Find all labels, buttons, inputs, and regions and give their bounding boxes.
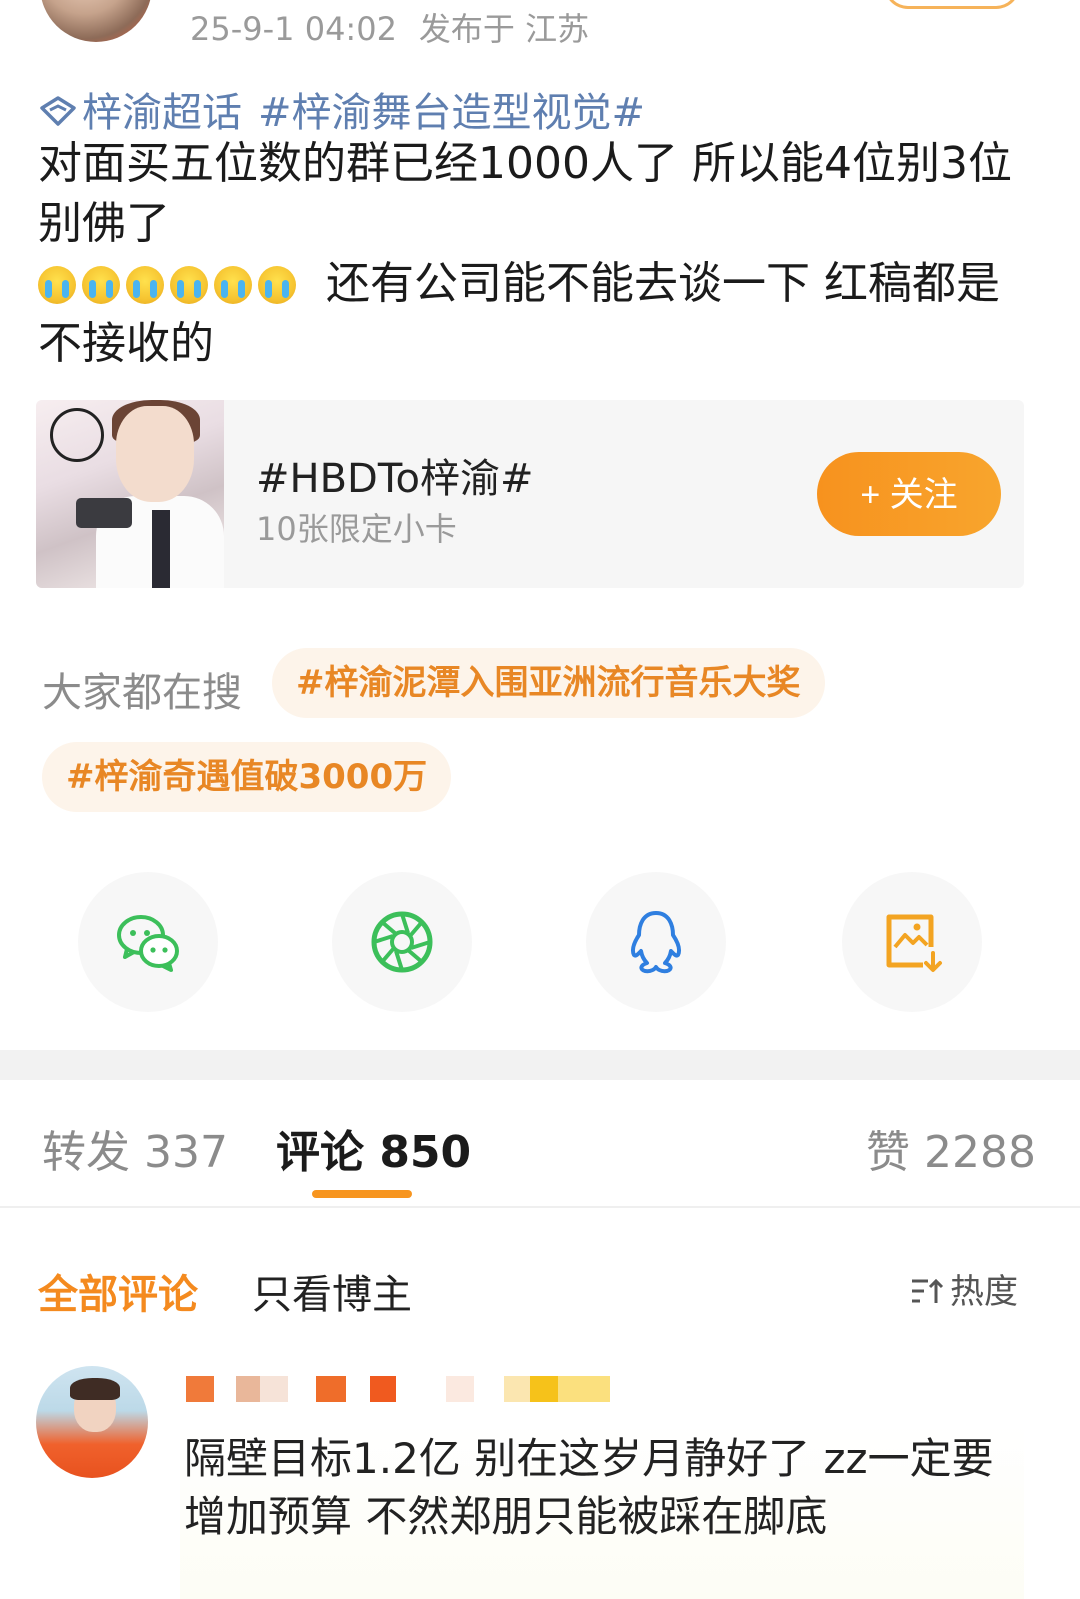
filter-host-only[interactable]: 只看博主: [252, 1262, 412, 1320]
topic-card[interactable]: #HBDTo梓渝# 10张限定小卡 + 关注: [36, 400, 1024, 588]
sort-by-heat-button[interactable]: 热度: [910, 1264, 1018, 1313]
header-follow-button[interactable]: [884, 0, 1020, 9]
author-avatar[interactable]: [40, 0, 152, 42]
save-image-button[interactable]: [842, 872, 982, 1012]
flower-doodle-icon: [50, 408, 104, 462]
crying-emoji-icon: [82, 266, 120, 304]
topic-line: 梓渝超话 #梓渝舞台造型视觉#: [38, 80, 645, 138]
crying-emoji-icon: [214, 266, 252, 304]
post-line-1: 对面买五位数的群已经1000人了 所以能4位别3位别佛了: [38, 138, 1012, 249]
hot-search-label: 大家都在搜: [42, 670, 242, 716]
commenter-avatar[interactable]: [36, 1366, 148, 1478]
share-qq-button[interactable]: [586, 872, 726, 1012]
tab-comment[interactable]: 评论 850: [276, 1116, 471, 1180]
crying-emoji-icon: [126, 266, 164, 304]
topic-hashtag-link[interactable]: #梓渝舞台造型视觉#: [258, 90, 645, 136]
crying-emoji-row: [38, 258, 316, 309]
hot-search-tag[interactable]: #梓渝泥潭入围亚洲流行音乐大奖: [272, 648, 825, 718]
sort-label: 热度: [950, 1272, 1018, 1312]
wechat-icon: [117, 915, 179, 972]
save-image-icon: [886, 914, 942, 972]
qq-icon: [630, 911, 682, 974]
tab-repost[interactable]: 转发 337: [42, 1116, 228, 1180]
topic-card-subtitle: 10张限定小卡: [256, 510, 457, 548]
post-location: 发布于 江苏: [418, 10, 590, 48]
hot-search-tag[interactable]: #梓渝奇遇值破3000万: [42, 742, 452, 812]
post-timestamp: 25-9-1 04:02: [190, 10, 397, 48]
post-line-2: 还有公司能不能去谈一下 红稿都是不接收的: [38, 254, 1028, 374]
tab-like[interactable]: 赞 2288: [866, 1116, 1036, 1180]
topic-follow-button[interactable]: + 关注: [817, 452, 1001, 536]
moments-icon: [371, 911, 433, 973]
share-moments-button[interactable]: [332, 872, 472, 1012]
tab-divider: [0, 1206, 1080, 1208]
active-tab-indicator: [312, 1190, 412, 1198]
crying-emoji-icon: [170, 266, 208, 304]
share-wechat-button[interactable]: [78, 872, 218, 1012]
crying-emoji-icon: [258, 266, 296, 304]
topic-card-image: [36, 400, 224, 588]
comment-text: 隔壁目标1.2亿 别在这岁月静好了 zz一定要增加预算 不然郑朋只能被踩在脚底: [184, 1434, 994, 1541]
camera-prop-icon: [76, 498, 132, 528]
post-body: 对面买五位数的群已经1000人了 所以能4位别3位别佛了 还有公司能不能去谈一下…: [38, 134, 1028, 374]
filter-all-comments[interactable]: 全部评论: [38, 1262, 198, 1320]
sort-icon: [912, 1278, 944, 1303]
post-meta: 25-9-1 04:02 发布于 江苏: [190, 4, 589, 50]
section-divider: [0, 1050, 1080, 1080]
redacted-username: [186, 1376, 610, 1402]
topic-card-title: #HBDTo梓渝#: [256, 456, 534, 502]
crying-emoji-icon: [38, 266, 76, 304]
super-topic-link[interactable]: 梓渝超话: [82, 90, 242, 136]
super-topic-icon: [40, 96, 76, 126]
